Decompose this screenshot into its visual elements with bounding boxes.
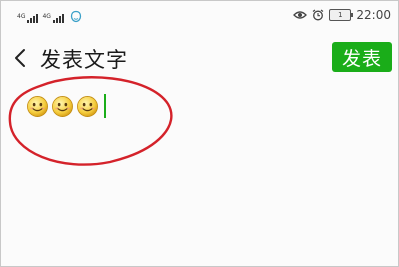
battery-level: 1 <box>338 11 343 19</box>
smiley-emoji-icon <box>77 95 98 117</box>
status-left-group: 4G 4G <box>17 10 82 23</box>
sim2-label: 4G <box>42 13 51 20</box>
chat-notification-icon <box>70 10 82 23</box>
eye-icon <box>293 11 308 19</box>
status-time: 22:00 <box>356 8 391 22</box>
signal-icon: 4G <box>42 13 64 23</box>
back-button[interactable] <box>10 46 32 70</box>
publish-button[interactable]: 发表 <box>332 42 392 72</box>
smiley-emoji-icon <box>52 95 73 117</box>
signal-icon: 4G <box>17 13 39 23</box>
page-title: 发表文字 <box>40 48 128 72</box>
status-right-group: 1 22:00 <box>293 8 391 22</box>
battery-icon: 1 <box>329 9 354 21</box>
editor-content <box>26 94 366 118</box>
text-editor[interactable] <box>26 94 366 124</box>
smiley-emoji-icon <box>27 95 48 117</box>
chevron-left-icon <box>15 49 25 67</box>
title-bar: 发表文字 发表 <box>0 38 399 78</box>
status-bar: 4G 4G 1 22:00 <box>0 0 399 34</box>
text-cursor <box>104 94 106 118</box>
sim1-label: 4G <box>17 13 26 20</box>
alarm-icon <box>313 9 324 21</box>
